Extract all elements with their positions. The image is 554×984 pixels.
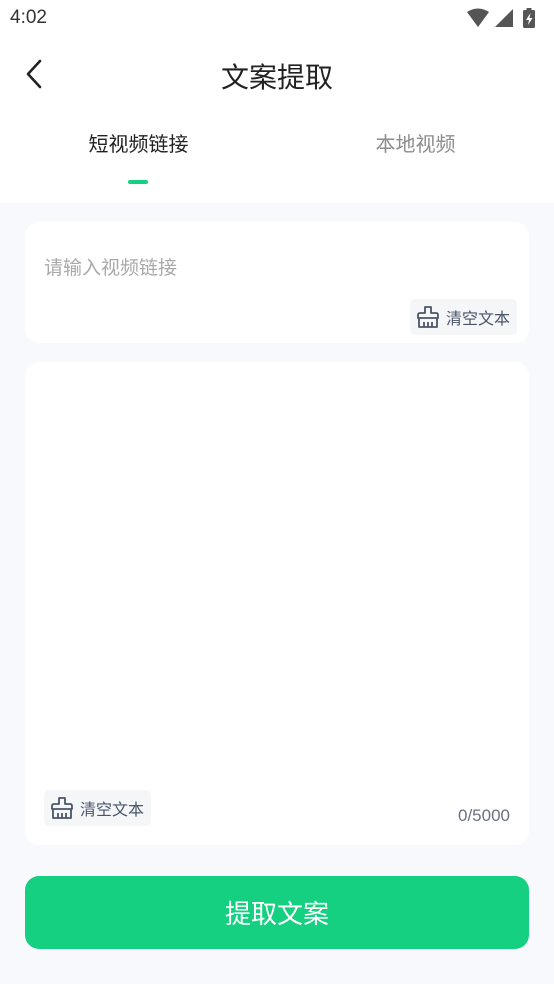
- char-count: 0/5000: [458, 806, 510, 825]
- tab-bar: 短视频链接 本地视频: [0, 128, 554, 188]
- link-input-card: 清空文本: [25, 222, 529, 343]
- clear-link-label: 清空文本: [446, 309, 511, 328]
- nav-bar: 文案提取: [0, 44, 554, 104]
- broom-icon: [51, 797, 73, 819]
- extract-text-button[interactable]: 提取文案: [25, 876, 529, 949]
- tab-local-video[interactable]: 本地视频: [277, 128, 554, 157]
- extracted-text-card: 清空文本 0/5000: [25, 362, 529, 845]
- status-time: 4:02: [10, 7, 47, 28]
- clear-text-label: 清空文本: [80, 800, 145, 819]
- status-bar: 4:02: [0, 0, 554, 38]
- tab-short-video-link[interactable]: 短视频链接: [0, 128, 277, 157]
- header-area: 4:02 文案提取 短视频链接 本地视频: [0, 0, 554, 203]
- status-icons: [465, 8, 545, 30]
- broom-icon: [417, 306, 439, 328]
- battery-charging-icon: [523, 8, 535, 28]
- page-title: 文案提取: [220, 61, 333, 94]
- wifi-icon: [467, 8, 489, 27]
- cellular-signal-icon: [495, 9, 513, 27]
- clear-link-button[interactable]: 清空文本: [410, 299, 518, 335]
- extracted-text-area[interactable]: [44, 382, 510, 782]
- clear-text-button[interactable]: 清空文本: [44, 790, 152, 826]
- video-link-input[interactable]: [44, 250, 504, 286]
- active-tab-indicator: [128, 180, 148, 184]
